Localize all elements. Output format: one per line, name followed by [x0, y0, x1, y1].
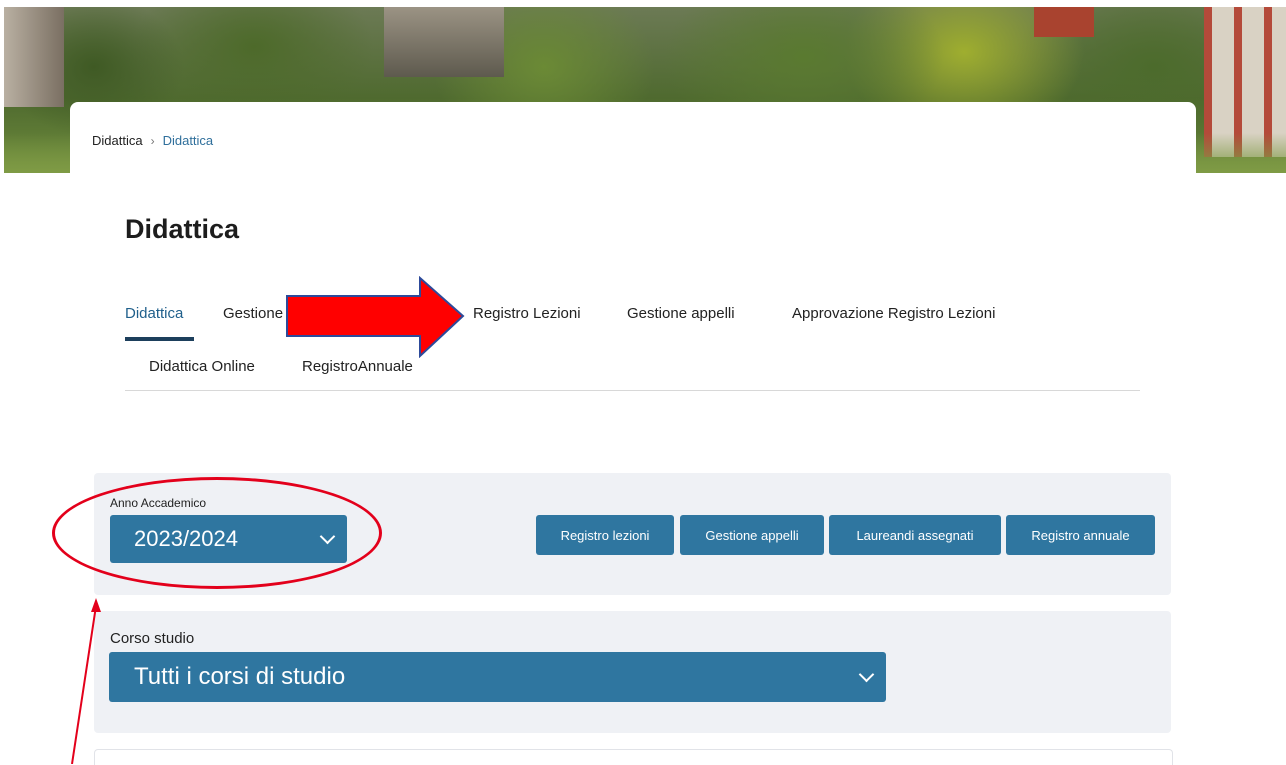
red-pointer-line-annotation-icon [71, 598, 101, 764]
